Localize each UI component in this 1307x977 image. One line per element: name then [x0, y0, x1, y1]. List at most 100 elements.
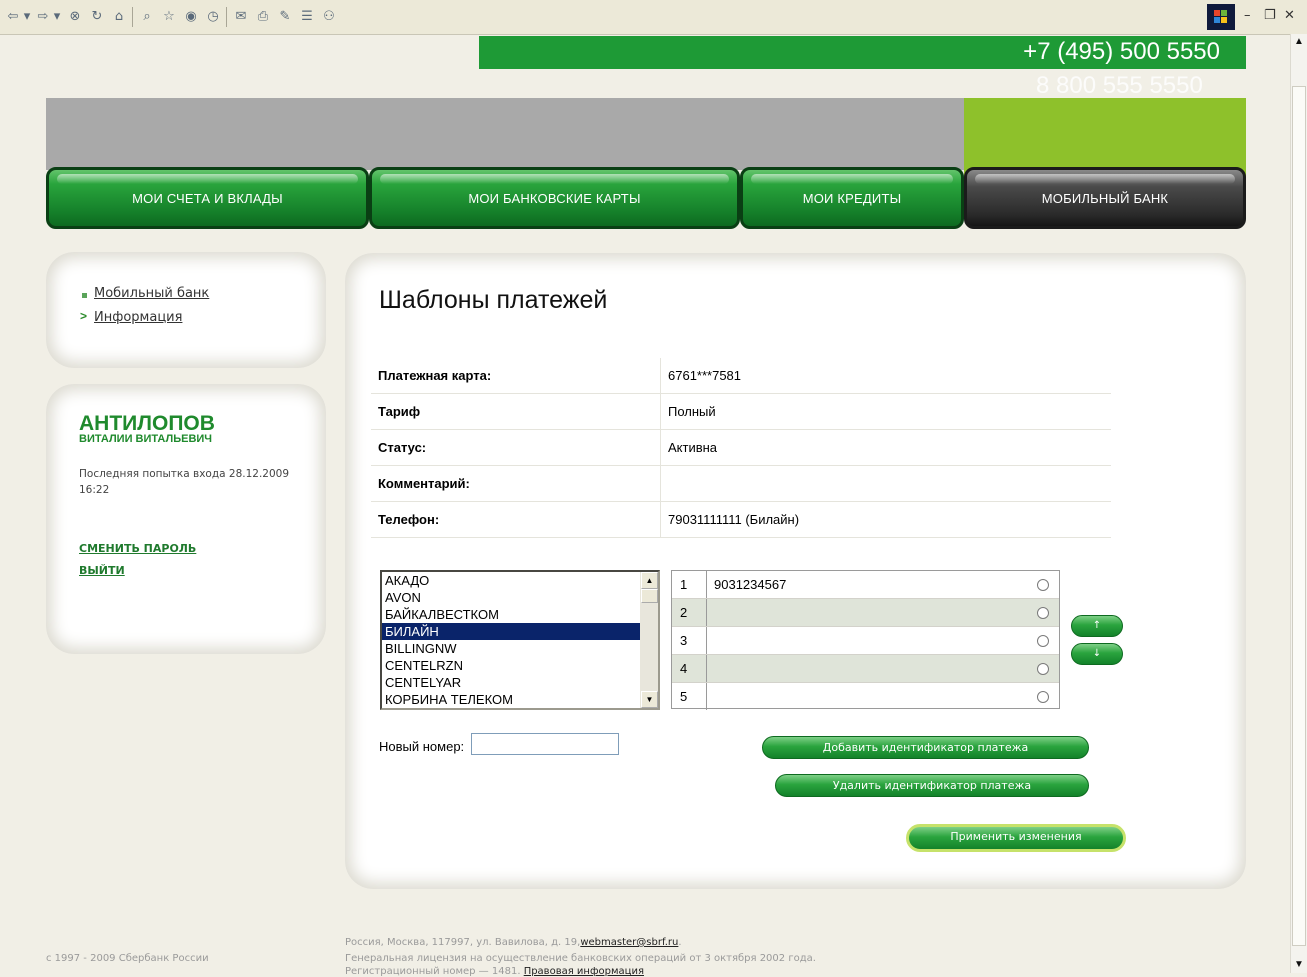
row-value: 9031234567	[714, 577, 787, 592]
row-radio[interactable]	[1037, 579, 1049, 591]
phone-main: +7 (495) 500 5550	[1023, 38, 1220, 65]
row-index: 1	[672, 571, 707, 598]
table-row: Платежная карта: 6761***7581	[371, 358, 1111, 394]
scroll-thumb[interactable]	[641, 589, 658, 603]
row-radio[interactable]	[1037, 663, 1049, 675]
toolbar-separator	[226, 7, 227, 27]
restore-icon[interactable]: ❐	[1264, 8, 1276, 23]
row-index: 4	[672, 655, 707, 682]
operator-listbox[interactable]: АКАДО AVON БАЙКАЛВЕСТКОМ БИЛАЙН BILLINGN…	[380, 570, 660, 710]
table-row: 2	[672, 599, 1059, 627]
change-password-link[interactable]: СМЕНИТЬ ПАРОЛЬ	[79, 542, 196, 555]
search-icon[interactable]: ⌕	[138, 8, 156, 26]
table-row: Тариф Полный	[371, 393, 1111, 430]
info-label: Статус:	[371, 429, 661, 466]
history-icon[interactable]: ◷	[204, 8, 222, 26]
info-label: Телефон:	[371, 501, 661, 538]
arrow-down-icon: ↓	[1092, 648, 1102, 659]
home-icon[interactable]: ⌂	[110, 8, 128, 26]
address-text: Россия, Москва, 117997, ул. Вавилова, д.…	[345, 937, 581, 948]
scroll-down-icon[interactable]: ▼	[641, 691, 658, 708]
favorites-icon[interactable]: ☆	[160, 8, 178, 26]
list-item[interactable]: АКАДО	[382, 572, 658, 589]
print-icon[interactable]: ⎙	[254, 8, 272, 26]
webmaster-email-link[interactable]: webmaster@sbrf.ru	[580, 937, 678, 948]
phone-bar: +7 (495) 500 5550	[479, 36, 1246, 69]
forward-dropdown-icon[interactable]: ▾	[52, 8, 62, 26]
table-row: 3	[672, 627, 1059, 655]
list-item[interactable]: БАЙКАЛВЕСТКОМ	[382, 606, 658, 623]
address-suffix: .	[678, 937, 682, 948]
info-value	[660, 465, 1111, 502]
scroll-thumb[interactable]	[1292, 86, 1306, 946]
discuss-icon[interactable]: ☰	[298, 8, 316, 26]
row-index: 3	[672, 627, 707, 654]
row-radio[interactable]	[1037, 635, 1049, 647]
info-label: Тариф	[371, 393, 661, 430]
info-label: Комментарий:	[371, 465, 661, 502]
scroll-down-icon[interactable]: ▼	[1294, 959, 1304, 970]
scroll-up-icon[interactable]: ▲	[1294, 36, 1304, 47]
move-up-button[interactable]: ↑	[1071, 615, 1123, 637]
page-scrollbar[interactable]: ▲ ▼	[1290, 34, 1307, 973]
nav-tab-mobile-bank[interactable]: МОБИЛЬНЫЙ БАНК	[964, 167, 1246, 229]
row-radio[interactable]	[1037, 607, 1049, 619]
footer-regnum: Регистрационный номер — 1481. Правовая и…	[345, 966, 644, 977]
scroll-up-icon[interactable]: ▲	[641, 572, 658, 589]
nav-tab-label: МОИ БАНКОВСКИЕ КАРТЫ	[468, 191, 641, 206]
phone-free: 8 800 555 5550	[1036, 72, 1203, 99]
page-title: Шаблоны платежей	[379, 286, 608, 314]
back-icon[interactable]: ⇦	[4, 8, 22, 26]
refresh-icon[interactable]: ↻	[88, 8, 106, 26]
info-value: 6761***7581	[660, 358, 1111, 394]
list-item[interactable]: CENTELYAR	[382, 674, 658, 691]
row-radio[interactable]	[1037, 691, 1049, 703]
nav-tab-credits[interactable]: МОИ КРЕДИТЫ	[740, 167, 964, 229]
table-row: Комментарий:	[371, 465, 1111, 502]
nav-tab-label: МОБИЛЬНЫЙ БАНК	[1041, 191, 1169, 206]
browser-toolbar: ⇦ ▾ ⇨ ▾ ⊗ ↻ ⌂ ⌕ ☆ ◉ ◷ ✉ ⎙ ✎ ☰ ⚇ – ❐ ✕	[0, 0, 1307, 35]
media-icon[interactable]: ◉	[182, 8, 200, 26]
arrow-right-icon: >	[80, 309, 88, 323]
back-dropdown-icon[interactable]: ▾	[22, 8, 32, 26]
nav-tab-label: МОИ СЧЕТА И ВКЛАДЫ	[132, 191, 283, 206]
arrow-up-icon: ↑	[1092, 620, 1102, 631]
mail-icon[interactable]: ✉	[232, 8, 250, 26]
sidebar-item-mobile-bank[interactable]: Мобильный банк	[94, 286, 209, 301]
copyright: с 1997 - 2009 Сбербанк России	[46, 953, 209, 964]
info-value: Активна	[660, 429, 1111, 466]
list-item-selected[interactable]: БИЛАЙН	[382, 623, 658, 640]
sidebar-menu-panel	[46, 252, 326, 368]
user-given-name: ВИТАЛИИ ВИТАЛЬЕВИЧ	[79, 433, 213, 445]
list-item[interactable]: CENTELRZN	[382, 657, 658, 674]
list-item[interactable]: BILLINGNW	[382, 640, 658, 657]
edit-icon[interactable]: ✎	[276, 8, 294, 26]
nav-tab-cards[interactable]: МОИ БАНКОВСКИЕ КАРТЫ	[369, 167, 740, 229]
stop-icon[interactable]: ⊗	[66, 8, 84, 26]
table-row: 1 9031234567	[672, 571, 1059, 599]
card-info-table: Платежная карта: 6761***7581 Тариф Полны…	[371, 358, 1111, 538]
remove-payment-id-button[interactable]: Удалить идентификатор платежа	[775, 774, 1089, 797]
toolbar-separator	[132, 7, 133, 27]
footer-license: Генеральная лицензия на осуществление ба…	[345, 953, 816, 964]
logout-link[interactable]: ВЫЙТИ	[79, 564, 125, 577]
minimize-icon[interactable]: –	[1244, 8, 1251, 23]
nav-tab-accounts[interactable]: МОИ СЧЕТА И ВКЛАДЫ	[46, 167, 369, 229]
sidebar-item-info[interactable]: Информация	[94, 310, 182, 325]
add-payment-id-button[interactable]: Добавить идентификатор платежа	[762, 736, 1089, 759]
list-item[interactable]: AVON	[382, 589, 658, 606]
header-banner	[46, 98, 964, 170]
list-item[interactable]: КОРБИНА ТЕЛЕКОМ	[382, 691, 658, 708]
table-row: Телефон: 79031111111 (Билайн)	[371, 501, 1111, 538]
forward-icon[interactable]: ⇨	[34, 8, 52, 26]
messenger-icon[interactable]: ⚇	[320, 8, 338, 26]
move-down-button[interactable]: ↓	[1071, 643, 1123, 665]
apply-changes-button[interactable]: Применить изменения	[906, 824, 1126, 852]
regnum-text: Регистрационный номер — 1481.	[345, 966, 521, 977]
listbox-scrollbar[interactable]: ▲ ▼	[640, 572, 658, 708]
close-icon[interactable]: ✕	[1284, 8, 1295, 23]
new-number-input[interactable]	[471, 733, 619, 755]
nav-tab-label: МОИ КРЕДИТЫ	[802, 191, 902, 206]
bullet-icon	[82, 293, 87, 298]
legal-info-link[interactable]: Правовая информация	[524, 966, 644, 977]
